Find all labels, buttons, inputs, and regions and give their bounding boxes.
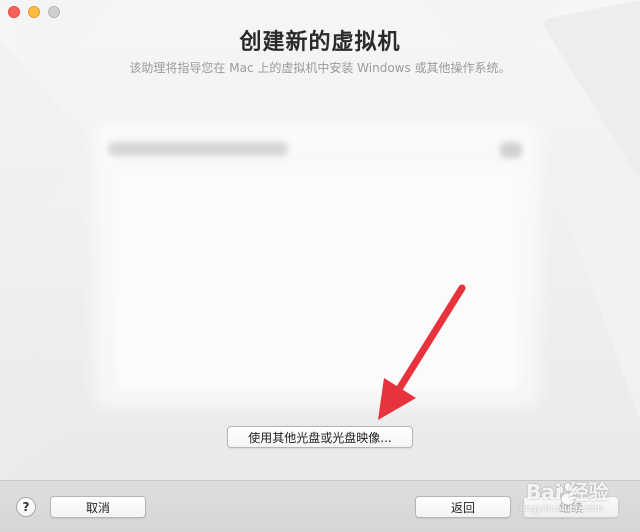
refresh-icon[interactable] — [500, 142, 522, 158]
vm-assistant-window: 创建新的虚拟机 该助理将指导您在 Mac 上的虚拟机中安装 Windows 或其… — [0, 0, 640, 532]
zoom-window-button[interactable] — [48, 6, 60, 18]
window-controls — [8, 6, 60, 18]
page-title: 创建新的虚拟机 — [239, 30, 401, 55]
watermark-brand: Bai 经验 — [526, 480, 609, 504]
panel-header-blurred — [108, 142, 288, 156]
use-other-disc-button[interactable]: 使用其他光盘或光盘映像... — [227, 426, 413, 448]
page-subtitle: 该助理将指导您在 Mac 上的虚拟机中安装 Windows 或其他操作系统。 — [129, 61, 511, 75]
close-window-button[interactable] — [8, 6, 20, 18]
back-button[interactable]: 返回 — [415, 496, 511, 518]
minimize-window-button[interactable] — [28, 6, 40, 18]
watermark-url: jingyan.baidu.com — [520, 504, 604, 514]
help-button[interactable]: ? — [16, 497, 36, 517]
install-source-list[interactable] — [116, 168, 520, 390]
cancel-button[interactable]: 取消 — [50, 496, 146, 518]
